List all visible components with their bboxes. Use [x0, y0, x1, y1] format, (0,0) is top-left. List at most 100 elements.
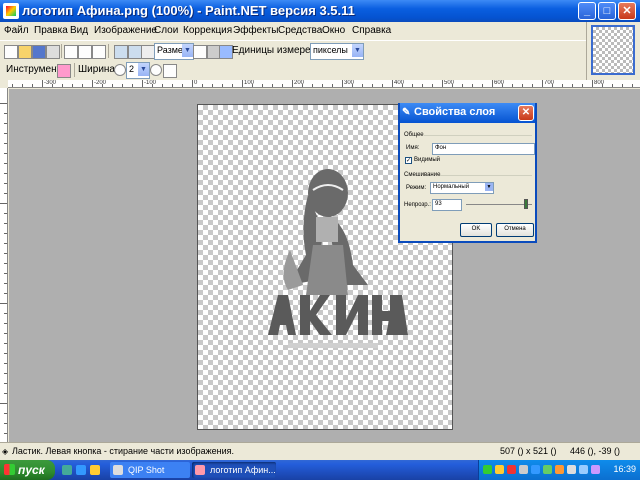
image-thumbnail[interactable] — [591, 25, 635, 75]
task-label: QIP Shot — [128, 465, 165, 475]
browser-icon[interactable] — [76, 465, 86, 475]
size-combo[interactable]: Размер ▼ — [154, 43, 194, 60]
dialog-title-bar[interactable]: ✎ Свойства слоя ✕ — [400, 103, 535, 123]
chevron-down-icon[interactable]: ▼ — [182, 44, 193, 57]
paste-icon[interactable] — [92, 45, 106, 59]
tray-icon[interactable] — [507, 465, 516, 474]
ruler-tick — [4, 413, 7, 414]
canvas-workspace[interactable] — [9, 89, 640, 442]
group-divider — [440, 175, 532, 176]
zoom-icon[interactable] — [141, 45, 155, 59]
ruler-tick — [82, 84, 83, 87]
save-icon[interactable] — [32, 45, 46, 59]
ruler-tick — [592, 80, 593, 87]
opacity-input[interactable]: 93 — [432, 199, 462, 211]
antialias-icon[interactable] — [150, 64, 162, 76]
ruler-label: -100 — [144, 80, 157, 86]
ok-button[interactable]: OK — [460, 223, 492, 237]
ruler-tick — [4, 233, 7, 234]
layer-name-label: Имя: — [406, 145, 420, 151]
menu-adjustments[interactable]: Коррекция — [183, 25, 232, 36]
tray-icon[interactable] — [495, 465, 504, 474]
blend-mode-value: Нормальный — [433, 184, 470, 190]
tray-icon[interactable] — [483, 465, 492, 474]
width-combo[interactable]: 2 ▼ — [126, 62, 150, 79]
ruler-tick — [72, 84, 73, 87]
quicklaunch-icon[interactable] — [90, 465, 100, 475]
menu-help[interactable]: Справка — [352, 25, 391, 36]
ruler-tick — [4, 143, 7, 144]
cancel-button[interactable]: Отмена — [496, 223, 534, 237]
ruler-tick — [622, 84, 623, 87]
eraser-icon[interactable] — [57, 64, 71, 78]
ruler-tick — [632, 84, 633, 87]
menu-effects[interactable]: Эффекты — [233, 25, 278, 36]
visible-checkbox[interactable]: ✓ — [405, 157, 412, 164]
chevron-down-icon[interactable]: ▼ — [485, 183, 493, 191]
menu-layers[interactable]: Слои — [154, 25, 178, 36]
ruler-tick — [202, 84, 203, 87]
rulers-icon[interactable] — [219, 45, 233, 59]
menu-window[interactable]: Окно — [322, 25, 345, 36]
title-bar[interactable]: логотип Афина.png (100%) - Paint.NET вер… — [0, 0, 640, 22]
open-icon[interactable] — [18, 45, 32, 59]
ruler-tick — [4, 213, 7, 214]
print-icon[interactable] — [46, 45, 60, 59]
units-combo[interactable]: пикселы ▼ — [310, 43, 364, 60]
task-qip-shot[interactable]: QIP Shot — [110, 462, 190, 478]
ruler-tick — [4, 363, 7, 364]
menu-view[interactable]: Вид — [70, 25, 88, 36]
chevron-down-icon[interactable]: ▼ — [352, 44, 363, 57]
cut-icon[interactable] — [64, 45, 78, 59]
menu-file[interactable]: Файл — [4, 25, 29, 36]
blend-mode-select[interactable]: Нормальный ▼ — [430, 182, 494, 194]
ruler-tick — [12, 84, 13, 87]
tray-icon[interactable] — [591, 465, 600, 474]
menu-image[interactable]: Изображение — [94, 25, 157, 36]
ruler-tick — [192, 80, 193, 87]
ruler-tick — [42, 80, 43, 87]
brush-width-icon — [114, 64, 126, 76]
task-paintnet[interactable]: логотип Афин... — [192, 462, 276, 478]
ruler-tick — [282, 84, 283, 87]
horizontal-ruler: -300 -200 -100 0 100 200 300 400 500 600 700 800 — [8, 80, 640, 88]
opacity-slider-track[interactable] — [466, 204, 532, 205]
ruler-tick — [0, 303, 7, 304]
zoom-in-icon[interactable] — [193, 45, 207, 59]
tray-icon[interactable] — [519, 465, 528, 474]
new-icon[interactable] — [4, 45, 18, 59]
tray-icon[interactable] — [543, 465, 552, 474]
layer-properties-dialog: ✎ Свойства слоя ✕ Общее Имя: Фон ✓ Видим… — [398, 103, 537, 243]
tool-options-toolbar: Инструмент: Ширина: 2 ▼ — [0, 61, 586, 79]
chevron-down-icon[interactable]: ▼ — [138, 63, 149, 76]
copy-icon[interactable] — [78, 45, 92, 59]
show-desktop-icon[interactable] — [62, 465, 72, 475]
maximize-button[interactable]: □ — [598, 2, 616, 20]
layer-name-input[interactable]: Фон — [432, 143, 535, 155]
ruler-tick — [4, 293, 7, 294]
start-button[interactable]: пуск — [0, 460, 55, 480]
ruler-tick — [462, 84, 463, 87]
paintnet-app-icon[interactable] — [3, 3, 19, 19]
opacity-label: Непрозр.: — [404, 202, 431, 208]
close-button[interactable]: ✕ — [618, 2, 636, 20]
ruler-tick — [4, 423, 7, 424]
blend-mode-icon[interactable] — [163, 64, 177, 78]
menu-utilities[interactable]: Средства — [278, 25, 322, 36]
dialog-close-button[interactable]: ✕ — [518, 105, 534, 121]
ruler-tick — [4, 183, 7, 184]
ruler-tick — [322, 84, 323, 87]
ruler-tick — [142, 80, 143, 87]
opacity-slider-thumb[interactable] — [523, 199, 528, 209]
ruler-tick — [4, 133, 7, 134]
redo-icon[interactable] — [128, 45, 142, 59]
menu-edit[interactable]: Правка — [34, 25, 68, 36]
network-icon[interactable] — [579, 465, 588, 474]
minimize-button[interactable]: _ — [578, 2, 596, 20]
undo-icon[interactable] — [114, 45, 128, 59]
tray-icon[interactable] — [555, 465, 564, 474]
ruler-tick — [4, 283, 7, 284]
volume-icon[interactable] — [567, 465, 576, 474]
ruler-tick — [4, 373, 7, 374]
tray-icon[interactable] — [531, 465, 540, 474]
